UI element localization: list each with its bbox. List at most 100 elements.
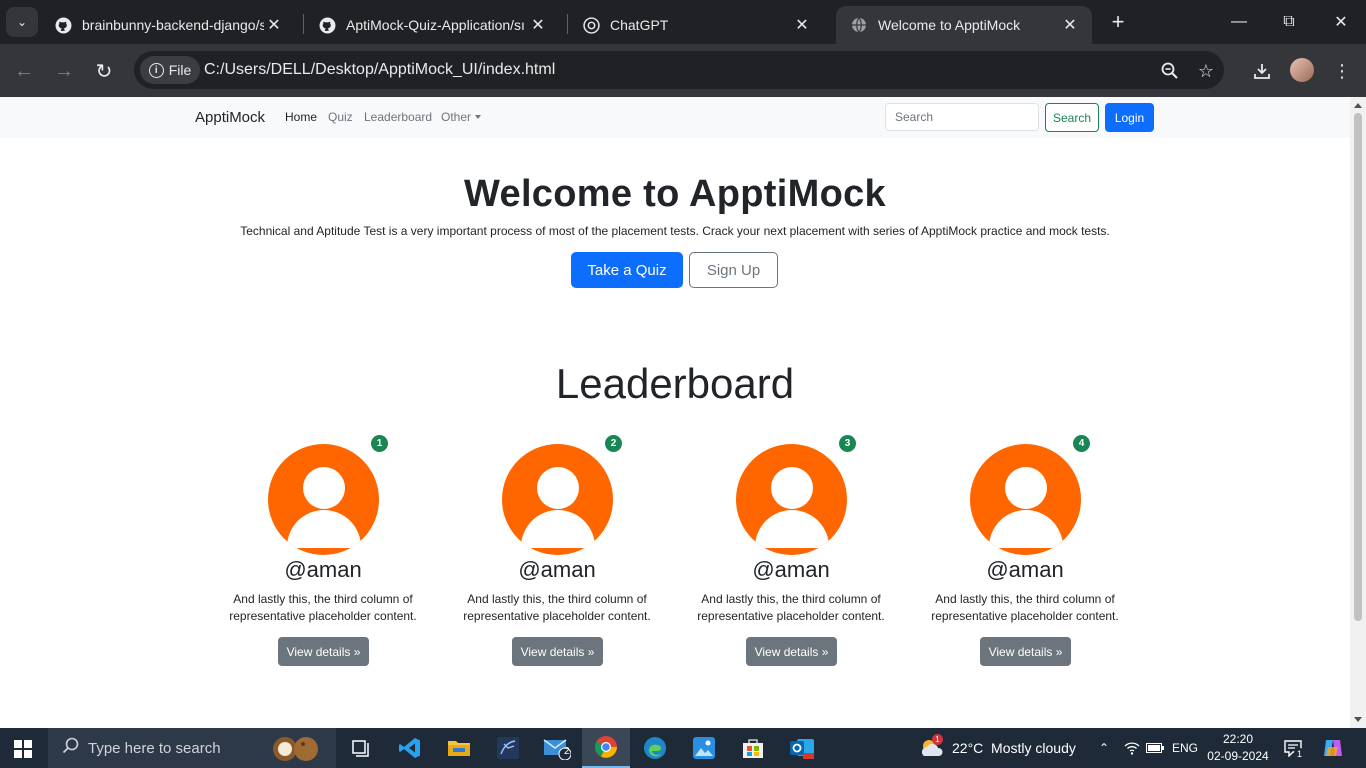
taskbar-file-explorer[interactable] <box>435 728 483 768</box>
notification-count-badge: 1 <box>1294 748 1305 759</box>
hero-lead-text: Technical and Aptitude Test is a very im… <box>240 224 1110 238</box>
taskbar-outlook[interactable] <box>778 728 826 768</box>
taskbar-photos[interactable] <box>680 728 728 768</box>
search-input[interactable]: Search <box>885 103 1039 131</box>
leaderboard-heading: Leaderboard <box>555 360 795 407</box>
minimize-icon: — <box>1231 13 1247 30</box>
chrome-icon <box>595 736 617 758</box>
downloads-icon[interactable] <box>1248 57 1276 85</box>
nav-link-quiz[interactable]: Quiz <box>328 110 353 124</box>
taskbar-search-box[interactable]: Type here to search <box>48 728 336 768</box>
site-info-chip[interactable]: i File <box>140 56 200 84</box>
back-arrow-icon: ← <box>14 59 34 82</box>
vscode-icon <box>399 738 420 758</box>
browser-menu-icon[interactable]: ⋮ <box>1328 57 1356 85</box>
system-clock[interactable]: 22:20 02-09-2024 <box>1206 731 1270 765</box>
view-details-button[interactable]: View details » <box>512 637 603 666</box>
navbar-brand[interactable]: ApptiMock <box>195 109 265 126</box>
user-avatar-icon <box>502 444 613 555</box>
github-icon <box>318 16 336 34</box>
battery-icon[interactable] <box>1146 728 1164 768</box>
store-icon <box>743 739 763 758</box>
minimize-button[interactable]: — <box>1214 0 1264 44</box>
profile-avatar[interactable] <box>1290 58 1314 82</box>
tab-title: AptiMock-Quiz-Application/sı <box>346 17 525 33</box>
browser-tab-4-active[interactable]: Welcome to ApptiMock ✕ <box>836 6 1092 44</box>
zoom-icon[interactable] <box>1158 59 1182 83</box>
address-bar[interactable]: i File C:/Users/DELL/Desktop/ApptiMock_U… <box>134 51 1224 89</box>
browser-tab-1[interactable]: brainbunny-backend-django/st ✕ <box>40 6 296 44</box>
restore-button[interactable]: ⧉ <box>1264 0 1314 44</box>
browser-tab-3[interactable]: ChatGPT ✕ <box>568 6 824 44</box>
weather-widget[interactable]: 1 22°C Mostly cloudy <box>918 728 1076 768</box>
site-info-label: File <box>168 62 192 78</box>
outlook-icon <box>790 739 814 759</box>
new-tab-button[interactable]: + <box>1104 8 1132 36</box>
take-quiz-button[interactable]: Take a Quiz <box>571 252 683 288</box>
plus-icon: + <box>1111 9 1125 34</box>
user-avatar-icon <box>736 444 847 555</box>
back-button[interactable]: ← <box>10 57 38 85</box>
info-icon: i <box>148 62 164 78</box>
tab-title: Welcome to ApptiMock <box>878 17 1021 33</box>
sign-up-button[interactable]: Sign Up <box>689 252 778 288</box>
taskbar-chrome[interactable] <box>582 728 630 768</box>
page-viewport: ApptiMock Home Quiz Leaderboard Other Se… <box>0 97 1350 728</box>
scroll-down-icon[interactable] <box>1354 717 1362 722</box>
login-button[interactable]: Login <box>1105 103 1154 132</box>
taskbar-vscode[interactable] <box>386 728 434 768</box>
site-navbar: ApptiMock Home Quiz Leaderboard Other Se… <box>0 97 1350 138</box>
close-tab-icon[interactable]: ✕ <box>792 15 812 35</box>
forward-arrow-icon: → <box>54 59 74 82</box>
notification-center-button[interactable]: 1 <box>1284 728 1305 768</box>
mail-count-badge: 2 <box>564 746 570 757</box>
clock-time: 22:20 <box>1222 732 1254 746</box>
task-view-icon <box>352 740 369 757</box>
windows-start-icon[interactable] <box>14 740 32 758</box>
username: @aman <box>752 557 830 582</box>
card-description: And lastly this, the third column of rep… <box>931 592 1119 623</box>
reload-icon: ↻ <box>95 60 113 83</box>
rank-badge: 4 <box>1073 435 1090 452</box>
close-tab-icon[interactable]: ✕ <box>1060 15 1080 35</box>
view-details-button[interactable]: View details » <box>746 637 837 666</box>
rank-badge: 2 <box>605 435 622 452</box>
task-view-button[interactable] <box>337 728 385 768</box>
tab-search-button[interactable]: ⌄ <box>6 7 38 37</box>
database-tool-icon <box>497 737 519 759</box>
scrollbar-thumb[interactable] <box>1354 113 1362 621</box>
reload-button[interactable]: ↻ <box>90 57 118 85</box>
browser-tab-2[interactable]: AptiMock-Quiz-Application/sı ✕ <box>304 6 560 44</box>
chatgpt-icon <box>582 16 600 34</box>
nav-dropdown-label: Other <box>441 110 472 124</box>
view-details-button[interactable]: View details » <box>980 637 1071 666</box>
tab-title: ChatGPT <box>610 17 669 33</box>
nav-link-home[interactable]: Home <box>285 110 317 124</box>
url-text[interactable]: C:/Users/DELL/Desktop/ApptiMock_UI/index… <box>204 61 555 79</box>
taskbar-edge[interactable] <box>631 728 679 768</box>
scroll-up-icon[interactable] <box>1354 103 1362 108</box>
windows-taskbar: Type here to search 2 1 22°C Mostly clou… <box>0 728 1366 768</box>
card-description: And lastly this, the third column of rep… <box>697 592 885 623</box>
user-avatar-icon <box>268 444 379 555</box>
tab-title: brainbunny-backend-django/st <box>82 17 264 33</box>
page-scrollbar[interactable] <box>1350 97 1366 728</box>
show-hidden-icons-button[interactable]: ⌃ <box>1099 728 1109 768</box>
copilot-icon[interactable] <box>1322 728 1344 768</box>
language-indicator[interactable]: ENG <box>1172 728 1198 768</box>
caret-down-icon <box>475 115 482 119</box>
nav-link-leaderboard[interactable]: Leaderboard <box>364 110 432 124</box>
restore-icon: ⧉ <box>1283 13 1295 30</box>
close-window-button[interactable]: ✕ <box>1316 0 1366 44</box>
taskbar-app-server[interactable] <box>484 728 532 768</box>
forward-button[interactable]: → <box>50 57 78 85</box>
wifi-icon[interactable] <box>1124 728 1140 768</box>
nav-dropdown-other[interactable]: Other <box>441 110 482 124</box>
close-tab-icon[interactable]: ✕ <box>528 15 548 35</box>
taskbar-store[interactable] <box>729 728 777 768</box>
close-tab-icon[interactable]: ✕ <box>264 15 284 35</box>
view-details-button[interactable]: View details » <box>278 637 369 666</box>
bookmark-star-icon[interactable]: ☆ <box>1194 59 1218 83</box>
search-button[interactable]: Search <box>1045 103 1099 132</box>
taskbar-mail[interactable]: 2 <box>533 728 581 768</box>
